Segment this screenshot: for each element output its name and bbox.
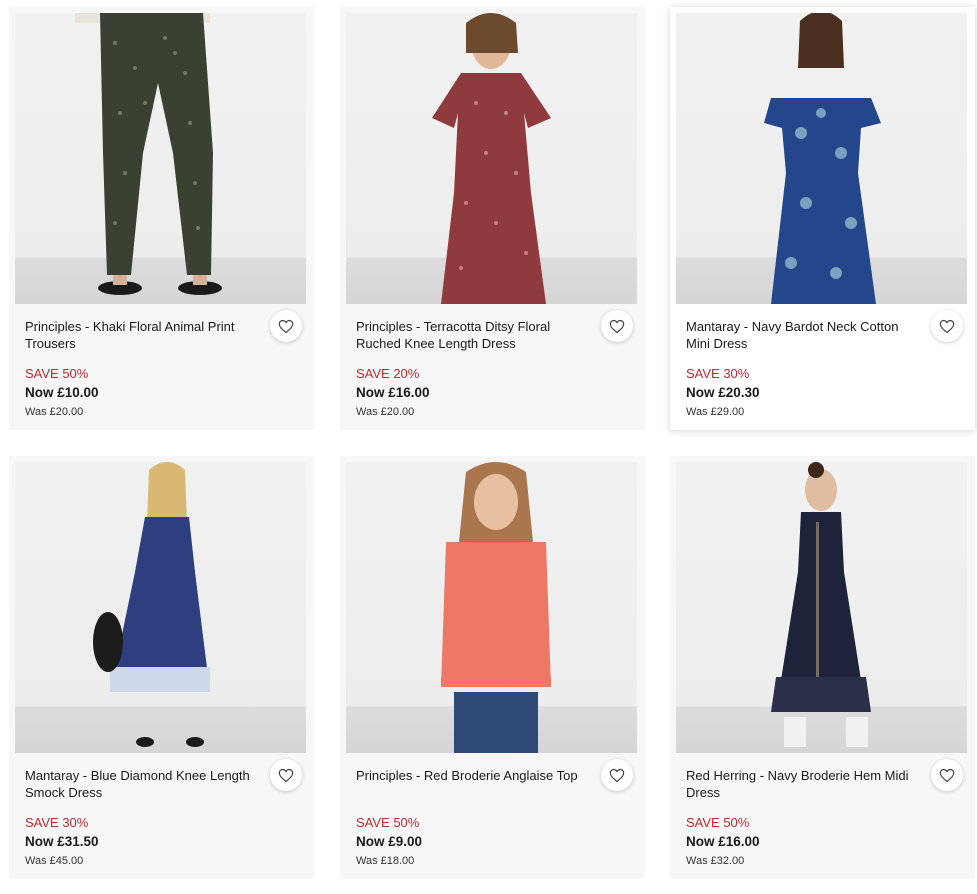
current-price: Now £16.00 [356, 385, 430, 400]
discount-label: SAVE 50% [25, 366, 89, 381]
product-card[interactable]: Mantaray - Navy Bardot Neck Cotton Mini … [670, 7, 975, 430]
product-image[interactable] [346, 462, 637, 753]
heart-outline-icon[interactable] [601, 759, 633, 791]
product-name[interactable]: Principles - Red Broderie Anglaise Top [356, 767, 588, 784]
original-price: Was £20.00 [356, 406, 415, 418]
product-card[interactable]: Principles - Terracotta Ditsy Floral Ruc… [340, 7, 645, 430]
product-image[interactable] [346, 13, 637, 304]
product-photo-dress [432, 13, 551, 304]
heart-outline-icon[interactable] [270, 759, 302, 791]
discount-label: SAVE 50% [356, 815, 420, 830]
product-photo-trousers [75, 13, 222, 295]
product-photo-dress [93, 462, 210, 747]
product-card[interactable]: Red Herring - Navy Broderie Hem Midi Dre… [670, 456, 975, 879]
original-price: Was £29.00 [686, 406, 745, 418]
product-card[interactable]: Principles - Khaki Floral Animal Print T… [9, 7, 314, 430]
product-photo-dress [771, 462, 871, 747]
original-price: Was £45.00 [25, 855, 84, 867]
current-price: Now £31.50 [25, 834, 99, 849]
discount-label: SAVE 30% [25, 815, 89, 830]
heart-outline-icon[interactable] [270, 310, 302, 342]
product-photo-dress [764, 13, 881, 304]
product-image[interactable] [676, 462, 967, 753]
product-image[interactable] [676, 13, 967, 304]
current-price: Now £9.00 [356, 834, 423, 849]
product-name[interactable]: Principles - Terracotta Ditsy Floral Ruc… [356, 318, 588, 352]
discount-label: SAVE 50% [686, 815, 750, 830]
product-photo-top [441, 462, 551, 753]
original-price: Was £18.00 [356, 855, 415, 867]
product-name[interactable]: Mantaray - Blue Diamond Knee Length Smoc… [25, 767, 257, 801]
product-name[interactable]: Red Herring - Navy Broderie Hem Midi Dre… [686, 767, 918, 801]
product-image[interactable] [15, 462, 306, 753]
product-card[interactable]: Principles - Red Broderie Anglaise Top S… [340, 456, 645, 879]
discount-label: SAVE 30% [686, 366, 750, 381]
product-card[interactable]: Mantaray - Blue Diamond Knee Length Smoc… [9, 456, 314, 879]
heart-outline-icon[interactable] [601, 310, 633, 342]
current-price: Now £16.00 [686, 834, 760, 849]
heart-outline-icon[interactable] [931, 759, 963, 791]
product-name[interactable]: Mantaray - Navy Bardot Neck Cotton Mini … [686, 318, 918, 352]
current-price: Now £20.30 [686, 385, 760, 400]
product-image[interactable] [15, 13, 306, 304]
original-price: Was £20.00 [25, 406, 84, 418]
heart-outline-icon[interactable] [931, 310, 963, 342]
product-name[interactable]: Principles - Khaki Floral Animal Print T… [25, 318, 257, 352]
current-price: Now £10.00 [25, 385, 99, 400]
original-price: Was £32.00 [686, 855, 745, 867]
discount-label: SAVE 20% [356, 366, 420, 381]
